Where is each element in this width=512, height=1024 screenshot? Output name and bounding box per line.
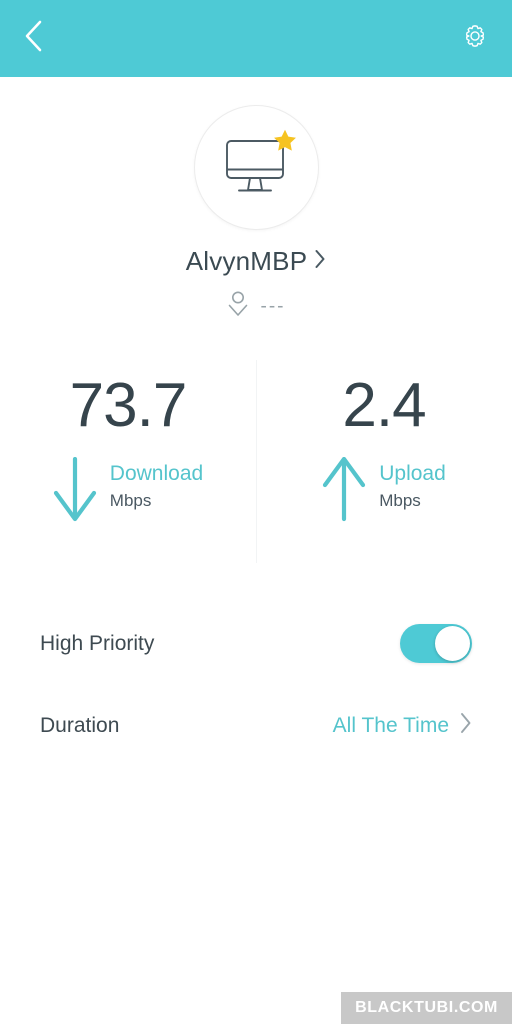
download-speed-value: 73.7 (69, 371, 188, 440)
device-avatar[interactable] (193, 105, 319, 230)
upload-label: Upload (379, 462, 446, 485)
arrow-down-icon (53, 456, 97, 528)
speed-section: 73.7 Download Mbps 2.4 Upload Mbps (0, 357, 512, 563)
gear-icon (460, 21, 490, 56)
high-priority-label: High Priority (40, 631, 155, 655)
speed-divider (256, 360, 257, 563)
settings-button[interactable] (446, 17, 490, 61)
person-icon (227, 290, 249, 323)
row-high-priority: High Priority (40, 602, 472, 684)
upload-speed-value: 2.4 (342, 371, 426, 440)
back-button[interactable] (22, 17, 66, 61)
download-label: Download (109, 462, 204, 485)
download-unit: Mbps (109, 491, 152, 511)
device-owner-name: --- (260, 296, 286, 317)
device-owner-row: --- (227, 290, 286, 323)
watermark: BLACKTUBI.COM (341, 992, 512, 1024)
app-header (0, 0, 512, 77)
duration-label: Duration (40, 713, 120, 737)
star-icon (272, 128, 298, 159)
download-speed-block: 73.7 Download Mbps (0, 357, 256, 562)
high-priority-toggle[interactable] (400, 623, 472, 663)
toggle-knob (435, 625, 470, 661)
upload-speed-block: 2.4 Upload Mbps (256, 357, 512, 562)
device-name: AlvynMBP (185, 246, 308, 276)
duration-value: All The Time (332, 713, 449, 737)
device-section: AlvynMBP --- (0, 77, 512, 323)
arrow-up-icon (322, 456, 366, 528)
upload-unit: Mbps (379, 491, 421, 511)
settings-rows: High Priority Duration All The Time (0, 602, 512, 766)
row-duration[interactable]: Duration All The Time (40, 684, 472, 766)
duration-value-group[interactable]: All The Time (333, 712, 472, 739)
device-name-row[interactable]: AlvynMBP (186, 248, 327, 274)
bottom-spacer (0, 766, 512, 1024)
app-screen: AlvynMBP --- 73.7 Download Mbps 2.4 Uplo… (0, 0, 512, 1024)
chevron-left-icon (22, 19, 44, 58)
chevron-right-icon (314, 249, 326, 274)
chevron-right-icon (459, 712, 472, 739)
